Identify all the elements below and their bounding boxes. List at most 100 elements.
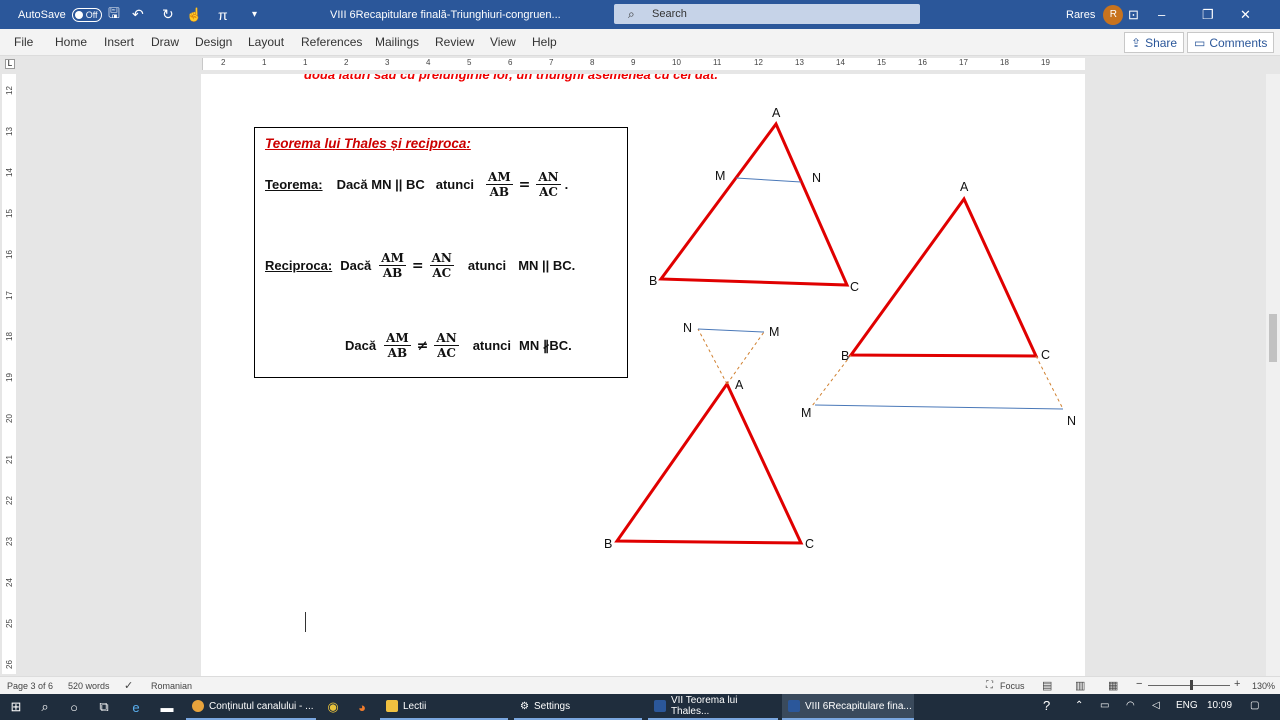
menu-insert[interactable]: Insert xyxy=(104,35,134,49)
vertical-ruler-number: 14 xyxy=(4,168,14,177)
scrollbar-thumb[interactable] xyxy=(1269,314,1277,362)
vertical-ruler-number: 24 xyxy=(4,578,14,587)
volume-icon[interactable]: ◁ xyxy=(1152,700,1160,711)
proofing-icon[interactable]: ✓ xyxy=(124,679,133,692)
triangle-2-label-b: B xyxy=(841,349,849,363)
user-name: Rares xyxy=(1066,8,1096,21)
ruler-number: 13 xyxy=(795,58,804,67)
search-taskbar-icon[interactable]: ⌕ xyxy=(35,697,55,717)
redo-icon[interactable]: ↻ xyxy=(162,0,174,29)
page-count[interactable]: Page 3 of 6 xyxy=(7,681,53,691)
vertical-ruler-number: 17 xyxy=(4,291,14,300)
task-view-icon[interactable]: ⧉ xyxy=(94,697,114,717)
zoom-slider[interactable] xyxy=(1148,685,1230,686)
menu-mailings[interactable]: Mailings xyxy=(375,35,419,49)
restore-icon[interactable]: ❐ xyxy=(1202,0,1240,29)
search-input[interactable]: ⌕ Search xyxy=(614,4,920,24)
title-bar: AutoSave Off 🖫 ↶ ↻ ☝ π ▾ VIII 6Recapitul… xyxy=(0,0,1280,29)
notifications-icon[interactable]: ▢ xyxy=(1250,700,1259,711)
close-icon[interactable]: ✕ xyxy=(1240,0,1278,29)
touch-mode-icon[interactable]: ☝ xyxy=(186,0,202,29)
read-mode-icon[interactable]: ▤ xyxy=(1042,679,1052,692)
zoom-slider-thumb[interactable] xyxy=(1190,680,1193,690)
help-icon[interactable]: ? xyxy=(1043,698,1050,713)
triangle-2-label-m: M xyxy=(801,406,811,420)
ruler-track[interactable]: 2 1 1 2 3 4 5 6 7 8 9 10 11 12 13 14 15 16 17 18 19 xyxy=(202,58,1085,70)
taskbar-app-lectii[interactable]: Lectii xyxy=(380,694,508,720)
ruler-number: 5 xyxy=(467,58,472,67)
word-icon xyxy=(654,700,666,712)
taskbar-app-settings[interactable]: ⚙ Settings xyxy=(514,694,642,720)
comments-button[interactable]: ▭ Comments xyxy=(1187,32,1275,53)
minimize-icon[interactable]: – xyxy=(1158,0,1196,29)
taskbar-app-word-recapitulare[interactable]: VIII 6Recapitulare fina... xyxy=(782,694,914,720)
document-page[interactable]: două laturi sau cu prelungirile lor, un … xyxy=(201,74,1085,676)
vertical-ruler-number: 18 xyxy=(4,332,14,341)
focus-icon[interactable]: ⛶ xyxy=(986,680,993,691)
tab-selector-icon[interactable]: L xyxy=(5,59,15,69)
menu-review[interactable]: Review xyxy=(435,35,474,49)
taskbar-app-word-thales[interactable]: VII Teorema lui Thales... xyxy=(648,694,778,720)
menu-home[interactable]: Home xyxy=(55,35,87,49)
windows-start-icon[interactable]: ⊞ xyxy=(6,697,26,717)
ruler-number: 9 xyxy=(631,58,636,67)
thales-figures: A B C M N A B C M N A B C M N xyxy=(604,106,1076,551)
ruler-number: 1 xyxy=(303,58,308,67)
cortana-icon[interactable]: ○ xyxy=(64,697,84,717)
menu-layout[interactable]: Layout xyxy=(248,35,284,49)
equation-icon[interactable]: π xyxy=(218,0,228,29)
ruler-number: 16 xyxy=(918,58,927,67)
triangle-2-shape xyxy=(848,196,1039,358)
triangle-2: A B C M N xyxy=(801,180,1076,428)
taskbar-app-label: VIII 6Recapitulare fina... xyxy=(805,700,912,712)
autosave-toggle[interactable]: Off xyxy=(71,7,102,22)
save-icon[interactable]: 🖫 xyxy=(108,0,120,29)
menu-bar: File Home Insert Draw Design Layout Refe… xyxy=(0,29,1280,56)
taskbar: ⊞ ⌕ ○ ⧉ e ▬ Conținutul canalului - ... ◉… xyxy=(0,694,1280,720)
terminal-icon[interactable]: ▬ xyxy=(157,697,177,717)
chrome-pinned-icon[interactable]: ◉ xyxy=(323,697,343,717)
print-layout-icon[interactable]: ▥ xyxy=(1075,679,1085,692)
focus-label[interactable]: Focus xyxy=(1000,681,1025,691)
menu-design[interactable]: Design xyxy=(195,35,232,49)
menu-help[interactable]: Help xyxy=(532,35,557,49)
chrome-icon xyxy=(192,700,204,712)
edge-icon[interactable]: e xyxy=(126,697,146,717)
triangle-2-label-c: C xyxy=(1041,348,1050,362)
menu-draw[interactable]: Draw xyxy=(151,35,179,49)
triangle-1-label-c: C xyxy=(850,280,859,294)
vertical-ruler-number: 21 xyxy=(4,455,14,464)
horizontal-ruler: L 2 1 1 2 3 4 5 6 7 8 9 10 11 12 13 14 15 16 17 18 19 xyxy=(0,56,1280,72)
customize-toolbar-icon[interactable]: ▾ xyxy=(252,0,257,29)
triangle-2-extension-ac xyxy=(1035,355,1064,410)
menu-references[interactable]: References xyxy=(301,35,362,49)
word-count[interactable]: 520 words xyxy=(68,681,110,691)
clock[interactable]: 10:09 xyxy=(1207,700,1232,711)
comments-label: Comments xyxy=(1209,35,1268,50)
language-indicator[interactable]: Romanian xyxy=(151,681,192,691)
network-icon[interactable]: ▭ xyxy=(1100,700,1109,711)
wifi-icon[interactable]: ◠ xyxy=(1126,700,1135,711)
user-account[interactable]: Rares R xyxy=(1066,0,1124,29)
undo-icon[interactable]: ↶ xyxy=(132,0,144,29)
triangle-3-extension-an xyxy=(697,328,728,385)
menu-file[interactable]: File xyxy=(14,35,33,49)
triangle-1: A B C M N xyxy=(649,106,859,294)
triangle-1-label-b: B xyxy=(649,274,657,288)
zoom-out-icon[interactable]: − xyxy=(1136,678,1142,690)
web-layout-icon[interactable]: ▦ xyxy=(1108,679,1118,692)
autosave-control[interactable]: AutoSave Off xyxy=(18,0,102,29)
zoom-in-icon[interactable]: + xyxy=(1234,678,1240,690)
taskbar-app-chrome-channel[interactable]: Conținutul canalului - ... xyxy=(186,694,316,720)
tray-chevron-icon[interactable]: ⌃ xyxy=(1075,700,1083,711)
ruler-number: 2 xyxy=(344,58,349,67)
firefox-icon[interactable]: ◕ xyxy=(352,697,372,717)
zoom-level[interactable]: 130% xyxy=(1252,681,1275,691)
keyboard-language[interactable]: ENG xyxy=(1176,700,1198,711)
vertical-scrollbar[interactable] xyxy=(1266,74,1280,676)
ruler-number: 12 xyxy=(754,58,763,67)
ruler-number: 7 xyxy=(549,58,554,67)
menu-view[interactable]: View xyxy=(490,35,516,49)
ruler-number: 6 xyxy=(508,58,513,67)
share-button[interactable]: ⇪ Share xyxy=(1124,32,1185,53)
